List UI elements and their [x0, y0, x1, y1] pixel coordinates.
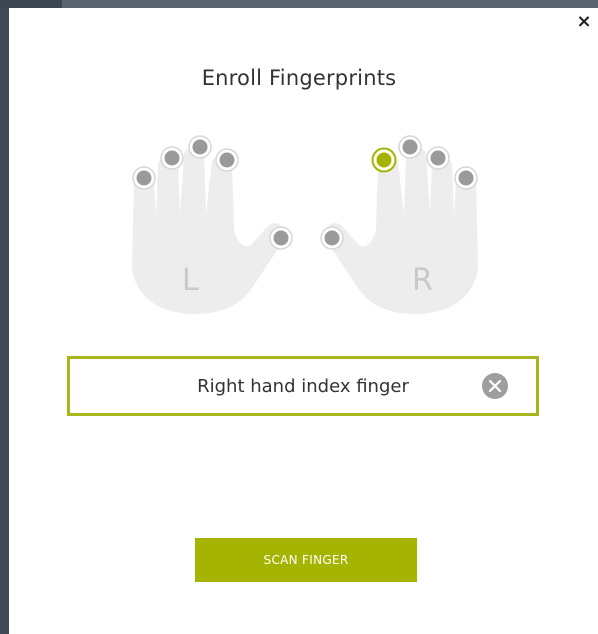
finger-right-middle[interactable]	[398, 135, 422, 159]
finger-right-index[interactable]	[371, 147, 397, 173]
selected-finger-field[interactable]: Right hand index finger	[67, 356, 539, 416]
hands-illustration: L R	[132, 135, 478, 314]
close-icon: ×	[576, 11, 592, 32]
finger-left-middle[interactable]	[188, 135, 212, 159]
finger-right-little[interactable]	[454, 166, 478, 190]
finger-right-ring[interactable]	[426, 146, 450, 170]
left-hand-letter: L	[182, 263, 199, 298]
close-button[interactable]: ×	[574, 12, 594, 32]
right-hand-letter: R	[412, 263, 433, 298]
left-hand: L	[132, 148, 286, 314]
finger-left-thumb[interactable]	[269, 226, 293, 250]
window-left-edge	[0, 0, 9, 634]
finger-left-ring[interactable]	[160, 146, 184, 170]
finger-left-index[interactable]	[215, 148, 239, 172]
dialog-title: Enroll Fingerprints	[201, 66, 397, 90]
finger-right-thumb[interactable]	[320, 226, 344, 250]
right-hand-shape	[324, 148, 478, 314]
left-hand-shape	[132, 148, 286, 314]
clear-icon	[488, 379, 502, 393]
window-top-edge	[0, 0, 598, 8]
scan-finger-button[interactable]: SCAN FINGER	[195, 538, 417, 582]
window-top-accent	[0, 0, 62, 8]
selected-finger-label: Right hand index finger	[197, 375, 409, 397]
finger-left-little[interactable]	[132, 166, 156, 190]
clear-selection-button[interactable]	[482, 373, 508, 399]
right-hand: R	[324, 148, 478, 314]
